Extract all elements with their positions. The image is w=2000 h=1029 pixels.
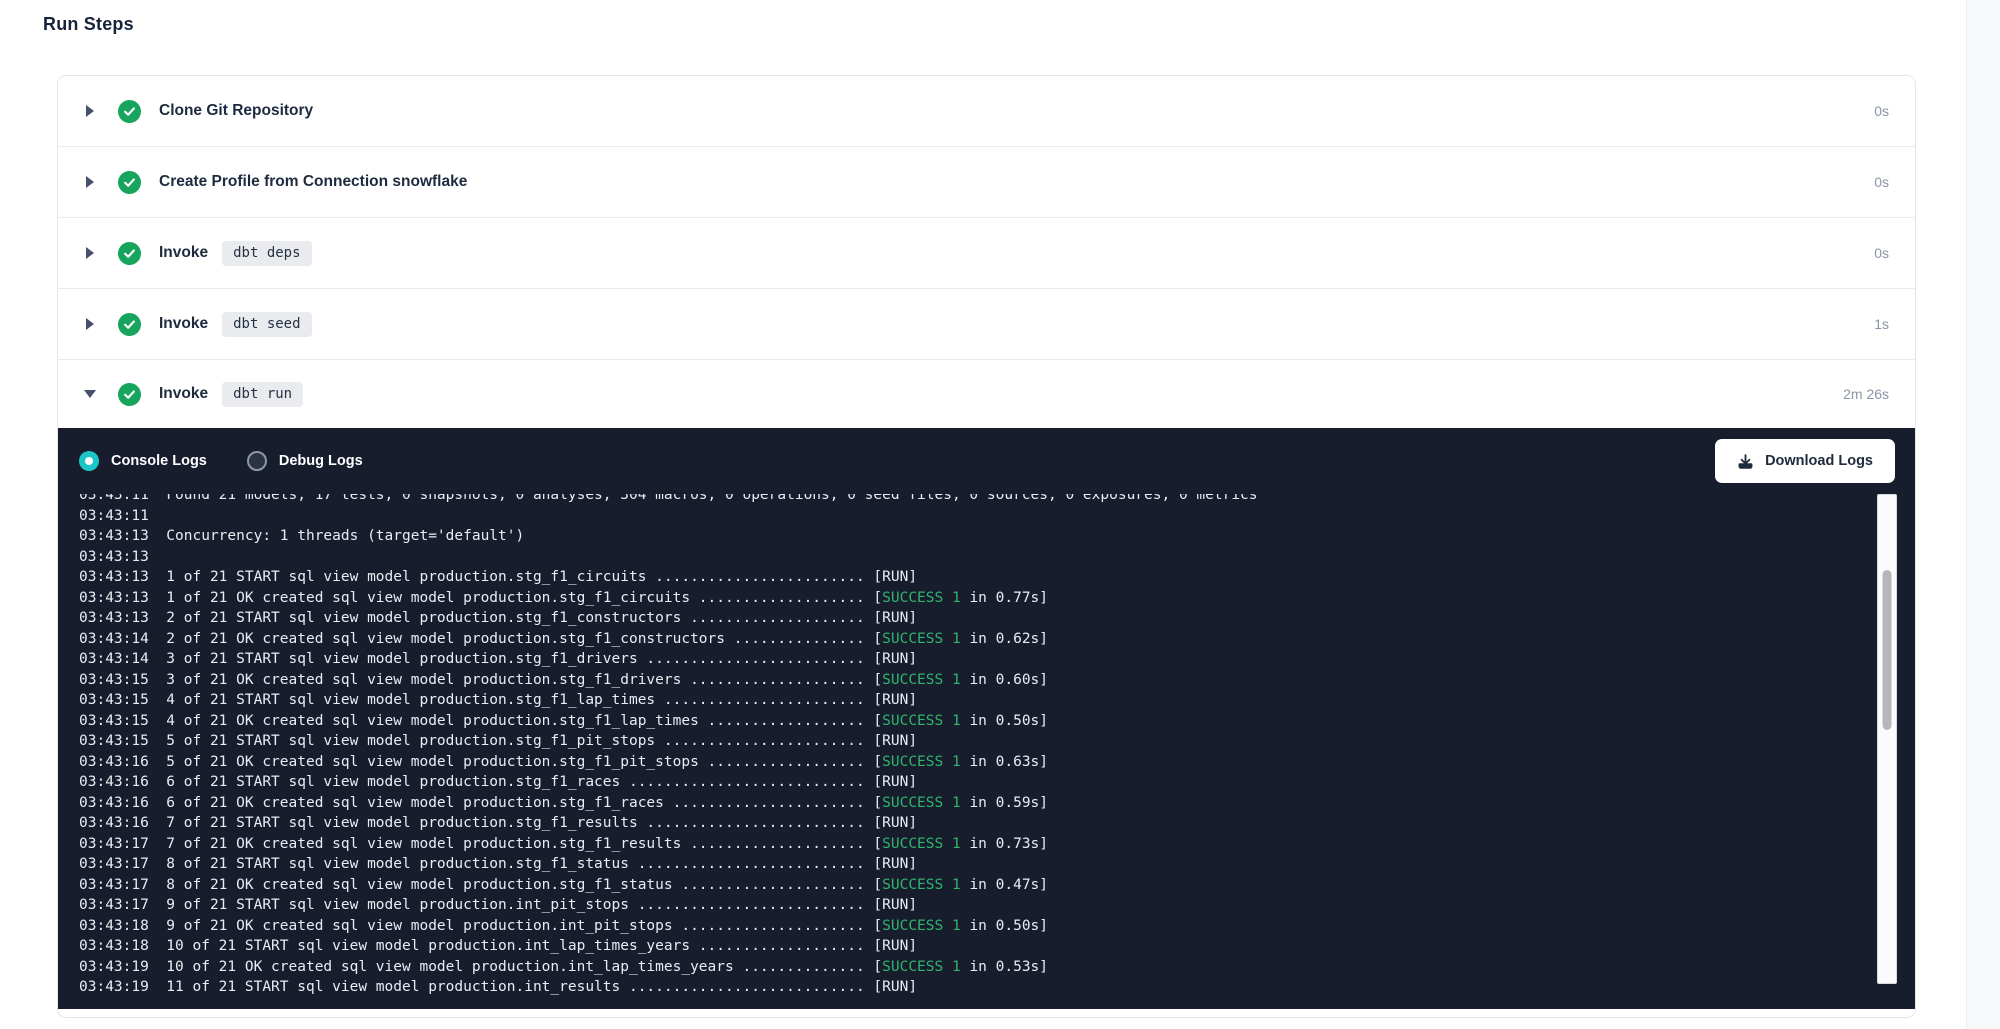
log-line: 03:43:13 1 of 21 OK created sql view mod… — [79, 588, 1915, 609]
step-duration: 0s — [1874, 103, 1889, 119]
page-title: Run Steps — [43, 14, 1966, 35]
console-logs-radio[interactable]: Console Logs — [79, 451, 207, 471]
success-check-icon — [118, 100, 141, 123]
chevron-right-icon[interactable] — [84, 176, 96, 188]
success-check-icon — [118, 171, 141, 194]
log-line: 03:43:14 3 of 21 START sql view model pr… — [79, 649, 1915, 670]
download-logs-button[interactable]: Download Logs — [1715, 439, 1895, 483]
log-line: 03:43:13 — [79, 547, 1915, 568]
log-success-text: SUCCESS 1 — [882, 877, 961, 893]
chevron-right-icon[interactable] — [84, 247, 96, 259]
chevron-right-icon[interactable] — [84, 318, 96, 330]
chevron-right-icon[interactable] — [84, 105, 96, 117]
log-line: 03:43:15 4 of 21 START sql view model pr… — [79, 690, 1915, 711]
step-title: Clone Git Repository — [159, 102, 313, 120]
log-success-text: SUCCESS 1 — [882, 918, 961, 934]
log-line: 03:43:16 6 of 21 START sql view model pr… — [79, 772, 1915, 793]
log-line: 03:43:14 2 of 21 OK created sql view mod… — [79, 629, 1915, 650]
right-gutter — [1966, 0, 2000, 1029]
log-success-text: SUCCESS 1 — [882, 795, 961, 811]
log-line: 03:43:17 8 of 21 OK created sql view mod… — [79, 875, 1915, 896]
radio-unselected-icon — [247, 451, 267, 471]
log-line: 03:43:11 — [79, 506, 1915, 527]
step-duration: 1s — [1874, 316, 1889, 332]
step-title: Invoke — [159, 385, 208, 403]
step-row[interactable]: Invoke dbt seed 1s — [58, 289, 1915, 360]
radio-selected-icon — [79, 451, 99, 471]
step-duration: 0s — [1874, 174, 1889, 190]
log-success-text: SUCCESS 1 — [882, 836, 961, 852]
log-success-text: SUCCESS 1 — [882, 713, 961, 729]
success-check-icon — [118, 242, 141, 265]
log-line: 03:43:13 1 of 21 START sql view model pr… — [79, 567, 1915, 588]
debug-logs-radio[interactable]: Debug Logs — [247, 451, 363, 471]
step-title: Invoke — [159, 244, 208, 262]
console-scrollbar[interactable] — [1877, 494, 1897, 984]
log-line: 03:43:16 5 of 21 OK created sql view mod… — [79, 752, 1915, 773]
log-line: 03:43:16 7 of 21 START sql view model pr… — [79, 813, 1915, 834]
run-steps-page: Run Steps Clone Git Repository 0s Create… — [0, 0, 1966, 1018]
log-success-text: SUCCESS 1 — [882, 672, 961, 688]
chevron-down-icon[interactable] — [84, 390, 96, 398]
step-title: Create Profile from Connection snowflake — [159, 173, 467, 191]
step-row[interactable]: Create Profile from Connection snowflake… — [58, 147, 1915, 218]
log-line: 03:43:17 8 of 21 START sql view model pr… — [79, 854, 1915, 875]
console-header: Console Logs Debug Logs Download Logs — [58, 428, 1915, 494]
console-log-lines: 03:43:11 Found 21 models, 17 tests, 0 sn… — [58, 494, 1915, 998]
step-row[interactable]: Invoke dbt run 2m 26s — [58, 360, 1915, 428]
console-scrollbar-thumb[interactable] — [1883, 570, 1892, 730]
log-line: 03:43:19 10 of 21 OK created sql view mo… — [79, 957, 1915, 978]
log-line: 03:43:17 9 of 21 START sql view model pr… — [79, 895, 1915, 916]
success-check-icon — [118, 313, 141, 336]
log-line: 03:43:15 5 of 21 START sql view model pr… — [79, 731, 1915, 752]
success-check-icon — [118, 383, 141, 406]
download-logs-label: Download Logs — [1765, 453, 1873, 469]
step-duration: 0s — [1874, 245, 1889, 261]
step-duration: 2m 26s — [1843, 386, 1889, 402]
command-badge: dbt seed — [222, 312, 311, 337]
log-line: 03:43:19 11 of 21 START sql view model p… — [79, 977, 1915, 998]
console-panel: Console Logs Debug Logs Download Logs — [58, 428, 1915, 1009]
log-line: 03:43:18 10 of 21 START sql view model p… — [79, 936, 1915, 957]
debug-logs-label: Debug Logs — [279, 453, 363, 469]
log-success-text: SUCCESS 1 — [882, 631, 961, 647]
log-success-text: SUCCESS 1 — [882, 590, 961, 606]
log-line: 03:43:15 3 of 21 OK created sql view mod… — [79, 670, 1915, 691]
command-badge: dbt run — [222, 382, 303, 407]
console-log-viewport: 03:43:11 Found 21 models, 17 tests, 0 sn… — [58, 494, 1915, 1009]
console-logs-label: Console Logs — [111, 453, 207, 469]
log-line: 03:43:17 7 of 21 OK created sql view mod… — [79, 834, 1915, 855]
log-line: 03:43:13 Concurrency: 1 threads (target=… — [79, 526, 1915, 547]
log-line: 03:43:15 4 of 21 OK created sql view mod… — [79, 711, 1915, 732]
steps-list: Clone Git Repository 0s Create Profile f… — [58, 76, 1915, 428]
step-row[interactable]: Invoke dbt deps 0s — [58, 218, 1915, 289]
log-line: 03:43:11 Found 21 models, 17 tests, 0 sn… — [79, 494, 1915, 506]
log-line: 03:43:18 9 of 21 OK created sql view mod… — [79, 916, 1915, 937]
step-row[interactable]: Clone Git Repository 0s — [58, 76, 1915, 147]
log-line: 03:43:16 6 of 21 OK created sql view mod… — [79, 793, 1915, 814]
run-steps-card: Clone Git Repository 0s Create Profile f… — [57, 75, 1916, 1018]
download-icon — [1737, 453, 1754, 470]
log-success-text: SUCCESS 1 — [882, 959, 961, 975]
step-title: Invoke — [159, 315, 208, 333]
log-success-text: SUCCESS 1 — [882, 754, 961, 770]
log-line: 03:43:13 2 of 21 START sql view model pr… — [79, 608, 1915, 629]
command-badge: dbt deps — [222, 241, 311, 266]
